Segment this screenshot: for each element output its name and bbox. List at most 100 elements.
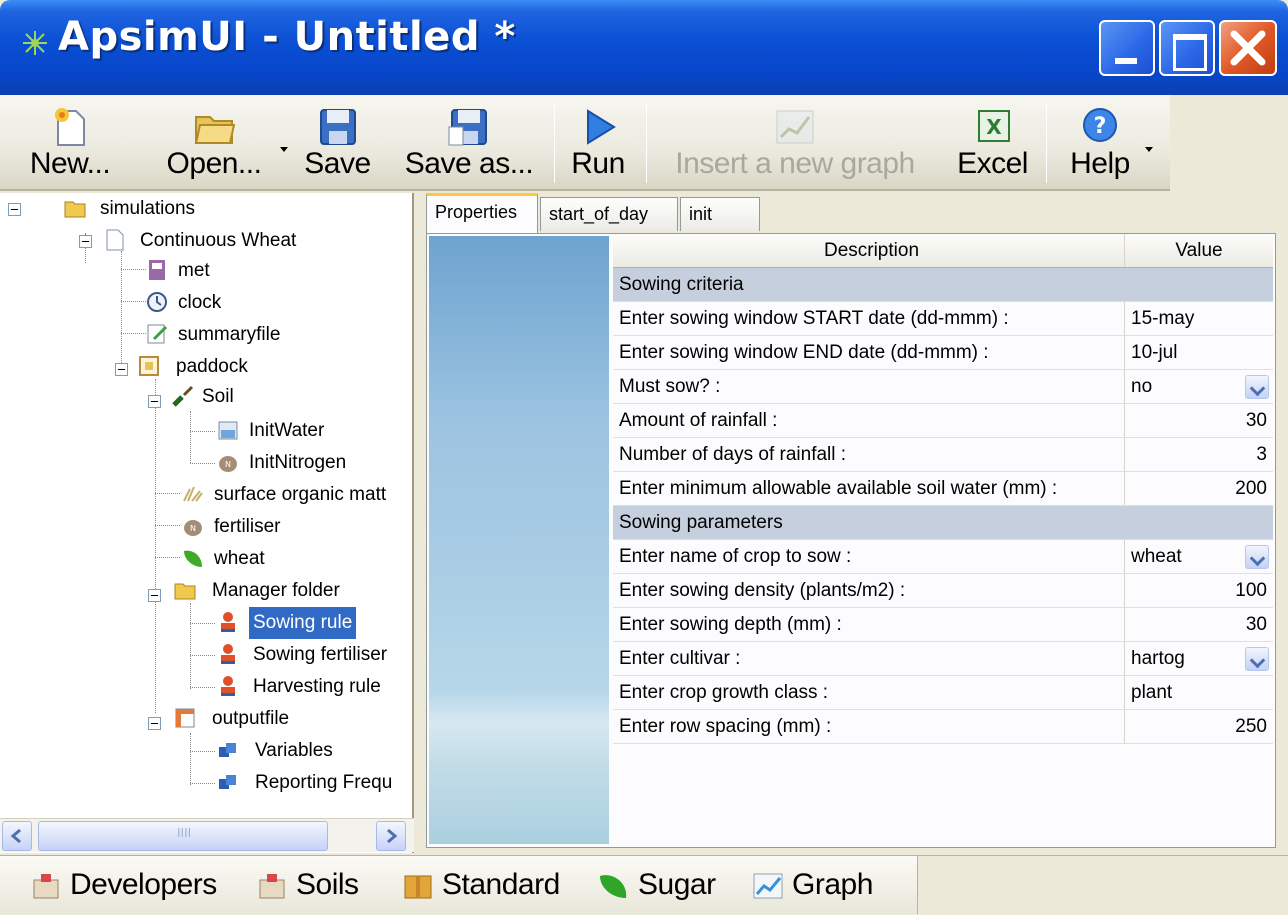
table-row[interactable]: Enter crop growth class : plant <box>613 676 1273 710</box>
table-row[interactable]: Enter sowing density (plants/m2) : 100 <box>613 574 1273 608</box>
tree-line <box>155 379 156 713</box>
manager-person-icon <box>221 676 235 696</box>
expander-outputfile[interactable] <box>148 717 161 730</box>
row-value: hartog <box>1131 648 1185 669</box>
expander-manager-folder[interactable] <box>148 589 161 602</box>
tree-horizontal-scrollbar[interactable]: IIII <box>0 818 414 852</box>
maximize-button[interactable] <box>1159 20 1215 76</box>
row-description: Must sow? : <box>613 370 1125 403</box>
tab-properties[interactable]: Properties <box>426 193 538 233</box>
tree-label: Soil <box>202 386 234 407</box>
row-description: Enter cultivar : <box>613 642 1125 675</box>
title-bar[interactable]: ApsimUI - Untitled * <box>0 0 1288 95</box>
table-row[interactable]: Enter sowing depth (mm) : 30 <box>613 608 1273 642</box>
save-button[interactable]: Save <box>290 95 385 189</box>
graph-icon <box>753 873 783 899</box>
run-button[interactable]: Run <box>558 95 638 189</box>
toolbox-developers[interactable]: Developers <box>30 862 240 908</box>
tab-start-of-day[interactable]: start_of_day <box>540 197 678 231</box>
paddock-icon <box>139 356 159 376</box>
new-file-icon <box>55 108 85 146</box>
row-value[interactable]: 15-may <box>1125 302 1273 335</box>
table-row[interactable]: Must sow? : no <box>613 370 1273 404</box>
excel-button[interactable]: X Excel <box>945 95 1040 189</box>
save-label: Save <box>304 147 371 180</box>
table-row[interactable]: Amount of rainfall : 30 <box>613 404 1273 438</box>
insert-graph-button[interactable]: Insert a new graph <box>650 95 940 189</box>
tab-init[interactable]: init <box>680 197 760 231</box>
toolbox-label: Standard <box>442 868 560 901</box>
tree-label: summaryfile <box>178 324 281 345</box>
close-icon <box>1230 30 1266 66</box>
expander-paddock[interactable] <box>115 363 128 376</box>
toolbox-sugar[interactable]: Sugar <box>598 862 738 908</box>
cultivar-dropdown[interactable]: hartog <box>1125 642 1273 675</box>
tree-line <box>190 463 215 464</box>
table-row[interactable]: Enter row spacing (mm) : 250 <box>613 710 1273 744</box>
minimize-button[interactable] <box>1099 20 1155 76</box>
scroll-thumb[interactable]: IIII <box>38 821 328 851</box>
table-row[interactable]: Enter sowing window START date (dd-mmm) … <box>613 302 1273 336</box>
row-value[interactable]: 250 <box>1125 710 1273 743</box>
nitrogen-bag-icon: N <box>219 456 237 472</box>
open-label: Open... <box>166 147 262 180</box>
sugar-leaf-icon <box>600 875 627 898</box>
help-button[interactable]: ? Help <box>1050 95 1150 189</box>
table-row[interactable]: Enter name of crop to sow : wheat <box>613 540 1273 574</box>
toolbox-standard[interactable]: Standard <box>402 862 582 908</box>
tree-line <box>190 783 215 784</box>
help-icon: ? <box>1083 108 1117 142</box>
row-description: Enter crop growth class : <box>613 676 1125 709</box>
expander-simulations[interactable] <box>8 203 21 216</box>
svg-text:?: ? <box>1094 114 1107 139</box>
toolbox-box-icon <box>404 875 432 899</box>
chevron-down-icon[interactable] <box>1245 545 1269 569</box>
expander-continuous-wheat[interactable] <box>79 235 92 248</box>
tree-label: simulations <box>100 198 196 219</box>
toolbox-graph[interactable]: Graph <box>752 862 902 908</box>
reporting-frequency-icon <box>219 775 236 789</box>
toolbox-soils[interactable]: Soils <box>256 862 396 908</box>
chevron-down-icon[interactable] <box>1245 375 1269 399</box>
scroll-left-button[interactable] <box>2 821 32 851</box>
row-value[interactable]: 30 <box>1125 404 1273 437</box>
tree-label: wheat <box>214 548 265 569</box>
save-as-button[interactable]: Save as... <box>385 95 553 189</box>
row-value[interactable]: 30 <box>1125 608 1273 641</box>
tree-line <box>155 493 180 494</box>
variables-icon <box>219 743 236 757</box>
manager-person-icon <box>221 644 235 664</box>
row-value[interactable]: 100 <box>1125 574 1273 607</box>
insert-graph-label: Insert a new graph <box>675 147 915 180</box>
help-dropdown-arrow[interactable] <box>1145 147 1153 152</box>
table-row[interactable]: Enter cultivar : hartog <box>613 642 1273 676</box>
chevron-down-icon[interactable] <box>1245 647 1269 671</box>
row-value[interactable]: 3 <box>1125 438 1273 471</box>
row-description: Enter row spacing (mm) : <box>613 710 1125 743</box>
tree-line <box>190 751 215 752</box>
scroll-right-button[interactable] <box>376 821 406 851</box>
table-row[interactable]: Enter minimum allowable available soil w… <box>613 472 1273 506</box>
apsim-app-icon <box>23 31 47 55</box>
crop-dropdown[interactable]: wheat <box>1125 540 1273 573</box>
table-row[interactable]: Enter sowing window END date (dd-mmm) : … <box>613 336 1273 370</box>
row-value[interactable]: 200 <box>1125 472 1273 505</box>
open-dropdown-arrow[interactable] <box>280 147 288 152</box>
must-sow-dropdown[interactable]: no <box>1125 370 1273 403</box>
expander-soil[interactable] <box>148 395 161 408</box>
tree-label: surface organic matt <box>214 484 387 505</box>
tree-label: InitWater <box>249 420 325 441</box>
properties-grid[interactable]: Description Value Sowing criteria Enter … <box>613 234 1273 744</box>
new-button[interactable]: New... <box>0 95 140 189</box>
row-description: Enter sowing depth (mm) : <box>613 608 1125 641</box>
simulation-tree[interactable]: simulations Continuous Wheat met clock s… <box>0 193 414 853</box>
row-value[interactable]: plant <box>1125 676 1273 709</box>
row-value[interactable]: 10-jul <box>1125 336 1273 369</box>
toolbox-label: Soils <box>296 868 359 901</box>
folder-icon <box>64 201 86 218</box>
table-row[interactable]: Number of days of rainfall : 3 <box>613 438 1273 472</box>
output-table-icon <box>175 708 195 728</box>
toolbox-label: Sugar <box>638 868 716 901</box>
close-button[interactable] <box>1219 20 1277 76</box>
open-button[interactable]: Open... <box>140 95 288 189</box>
